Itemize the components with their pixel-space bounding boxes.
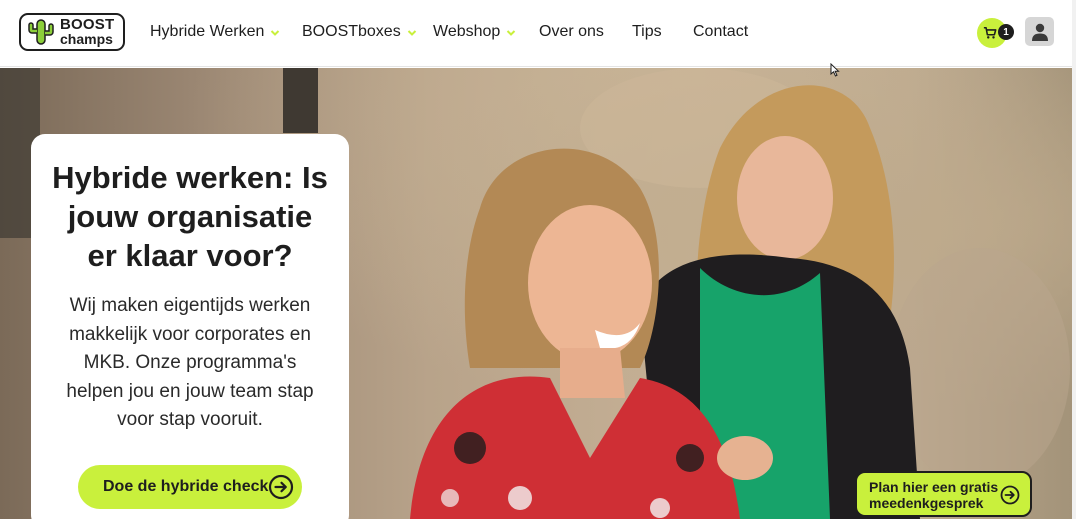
logo-line-1: BOOST <box>60 16 115 33</box>
nav-item-over-ons[interactable]: Over ons <box>539 21 604 43</box>
user-icon <box>1031 23 1048 41</box>
floating-cta-label: Plan hier een gratis meedenkgesprek <box>869 479 999 511</box>
mouse-cursor-icon <box>830 63 840 77</box>
cta-label: Doe de hybride check <box>103 478 269 495</box>
nav-item-tips[interactable]: Tips <box>632 21 662 43</box>
nav-label: Hybride Werken <box>150 23 265 40</box>
arrow-right-circle-icon <box>268 474 294 500</box>
nav-label: Webshop <box>433 23 501 40</box>
hybride-check-button[interactable]: Doe de hybride check <box>78 465 302 509</box>
hero-card: Hybride werken: Is jouw organisatie er k… <box>31 134 349 519</box>
chevron-down-icon <box>507 30 516 36</box>
nav-item-contact[interactable]: Contact <box>693 21 748 43</box>
nav-label: Over ons <box>539 23 604 40</box>
chevron-down-icon <box>271 30 280 36</box>
logo-line-2: champs <box>60 31 113 47</box>
nav-label: Contact <box>693 23 749 40</box>
cart-count-badge: 1 <box>998 24 1014 40</box>
nav-label: Tips <box>632 23 662 40</box>
logo-wordmark: BOOST champs <box>60 16 115 47</box>
site-header: BOOST champs Hybride Werken BOOSTboxes W… <box>0 0 1072 67</box>
nav-label: BOOSTboxes <box>302 23 401 40</box>
cactus-logo-icon <box>28 19 54 45</box>
nav-item-webshop[interactable]: Webshop <box>433 21 516 43</box>
nav-item-hybride-werken[interactable]: Hybride Werken <box>150 21 280 43</box>
boostchamps-logo[interactable]: BOOST champs <box>19 13 125 51</box>
nav-item-boostboxes[interactable]: BOOSTboxes <box>302 21 417 43</box>
hero-section: Hybride werken: Is jouw organisatie er k… <box>0 68 1072 519</box>
hero-text: Wij maken eigentijds werken makkelijk vo… <box>66 295 314 430</box>
page-scrollbar[interactable] <box>1072 0 1076 519</box>
account-button[interactable] <box>1025 17 1054 46</box>
arrow-right-circle-icon <box>1000 485 1020 505</box>
meedenkgesprek-button[interactable]: Plan hier een gratis meedenkgesprek <box>855 471 1032 517</box>
chevron-down-icon <box>407 30 416 36</box>
hero-title: Hybride werken: Is jouw organisatie er k… <box>52 160 328 273</box>
cart-icon <box>983 26 996 39</box>
